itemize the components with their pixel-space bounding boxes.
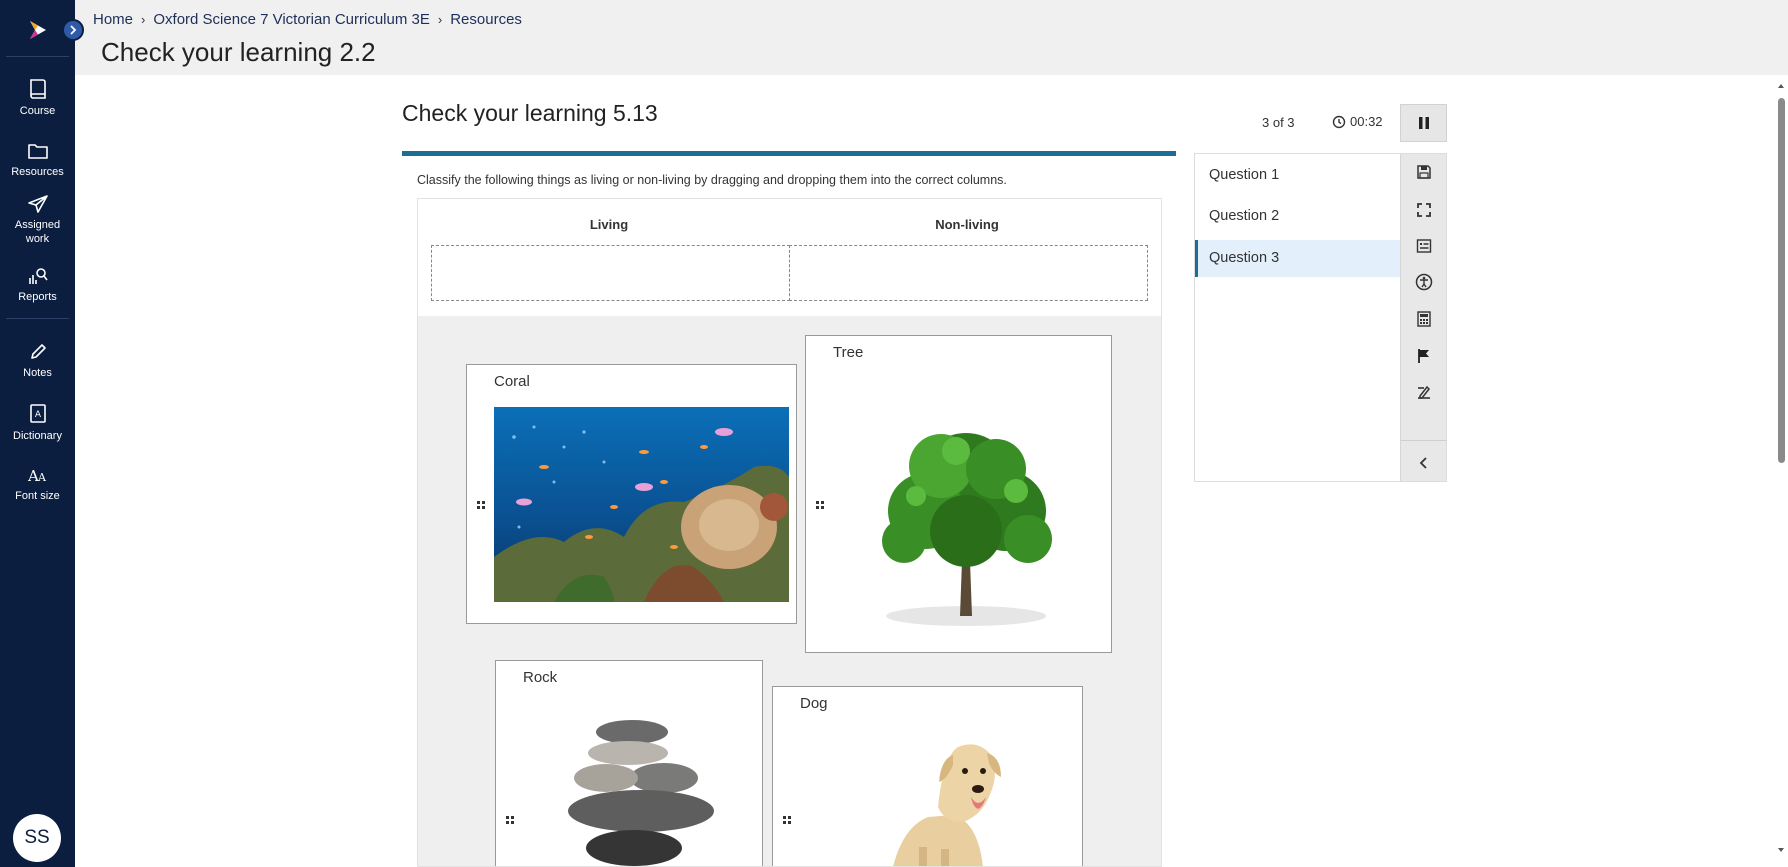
draggable-card-tree[interactable]: Tree — [805, 335, 1112, 653]
sidebar-item-font-size[interactable]: AA Font size — [0, 465, 75, 503]
book-icon — [29, 79, 46, 99]
sidebar-item-label: Assigned work — [14, 219, 61, 245]
breadcrumb-resources[interactable]: Resources — [450, 11, 522, 28]
question-instructions: Classify the following things as living … — [417, 173, 1007, 187]
app-logo[interactable] — [24, 17, 50, 43]
avatar[interactable]: SS — [13, 814, 61, 862]
review-list-button[interactable] — [1401, 231, 1447, 261]
flag-icon — [1418, 349, 1429, 363]
sidebar-item-course[interactable]: Course — [0, 78, 75, 118]
chevron-left-icon — [1419, 457, 1427, 469]
scroll-thumb[interactable] — [1778, 98, 1785, 463]
card-label: Tree — [833, 344, 864, 361]
scroll-down-icon[interactable] — [1777, 846, 1785, 854]
calculator-button[interactable] — [1401, 304, 1447, 334]
fullscreen-icon — [1417, 203, 1431, 217]
question-list: Question 1 Question 2 Question 3 — [1195, 154, 1400, 481]
sidebar-divider — [6, 56, 69, 57]
drag-handle-icon[interactable] — [506, 816, 514, 824]
page-title: Check your learning 2.2 — [101, 37, 376, 67]
paper-plane-icon — [27, 195, 48, 213]
drag-handle-icon[interactable] — [477, 501, 485, 509]
tree-image — [882, 433, 1052, 626]
drag-and-drop-area: Living Non-living Coral Tree Rock Dog — [417, 198, 1162, 867]
sidebar-item-label: Course — [19, 105, 56, 117]
save-icon — [1417, 165, 1431, 179]
sidebar-expand-button[interactable] — [62, 19, 84, 41]
sidebar-item-assigned-work[interactable]: Assigned work — [0, 194, 75, 246]
pause-icon — [1418, 117, 1429, 129]
clock-icon — [1332, 115, 1346, 128]
breadcrumb-course[interactable]: Oxford Science 7 Victorian Curriculum 3E — [153, 11, 430, 28]
sidebar-item-label: Dictionary — [13, 430, 62, 442]
card-label: Rock — [523, 669, 558, 686]
non-living-column-label: Non-living — [935, 217, 999, 232]
dog-image — [893, 744, 1001, 866]
svg-text:A: A — [37, 471, 47, 484]
draggable-card-coral[interactable]: Coral — [466, 364, 797, 624]
draggable-card-rock[interactable]: Rock — [495, 660, 763, 866]
chevron-right-icon — [70, 25, 77, 35]
font-size-icon: AA — [27, 467, 47, 485]
page-scrollbar[interactable] — [1774, 80, 1788, 867]
dictionary-icon: A — [29, 404, 46, 423]
question-item-2[interactable]: Question 2 — [1195, 198, 1400, 235]
drag-handle-icon[interactable] — [783, 816, 791, 824]
accessibility-button[interactable] — [1401, 267, 1447, 297]
sidebar-item-dictionary[interactable]: A Dictionary — [0, 403, 75, 443]
scroll-up-icon[interactable] — [1777, 82, 1785, 90]
coral-reef-image — [494, 407, 789, 602]
folder-icon — [27, 144, 48, 159]
flag-button[interactable] — [1401, 341, 1447, 371]
accessibility-icon — [1415, 273, 1433, 291]
sidebar-item-reports[interactable]: Reports — [0, 266, 75, 304]
calculator-icon — [1417, 311, 1431, 327]
chevron-right-icon: › — [437, 12, 443, 27]
sidebar-item-label: Reports — [18, 291, 57, 303]
non-living-drop-zone[interactable] — [789, 245, 1148, 301]
highlighter-icon — [1418, 385, 1430, 399]
toolbar-divider — [1401, 440, 1447, 441]
draggable-card-dog[interactable]: Dog — [772, 686, 1083, 866]
pencil-icon — [30, 344, 46, 359]
chevron-right-icon: › — [141, 12, 146, 27]
sidebar-item-notes[interactable]: Notes — [0, 342, 75, 380]
sidebar-divider — [6, 318, 69, 319]
sidebar-item-resources[interactable]: Resources — [0, 141, 75, 179]
timer: 00:32 — [1332, 114, 1383, 129]
question-item-1[interactable]: Question 1 — [1195, 157, 1400, 194]
sidebar-item-label: Resources — [11, 166, 64, 178]
reports-icon — [28, 268, 48, 284]
card-label: Coral — [494, 373, 530, 390]
drag-handle-icon[interactable] — [816, 501, 824, 509]
tools-toolbar — [1400, 154, 1447, 481]
sidebar-item-label: Font size — [15, 490, 60, 502]
breadcrumb-home[interactable]: Home — [93, 11, 133, 28]
assessment-title: Check your learning 5.13 — [402, 100, 658, 126]
breadcrumb: Home › Oxford Science 7 Victorian Curric… — [93, 11, 522, 28]
pause-button[interactable] — [1400, 104, 1447, 142]
timer-value: 00:32 — [1350, 114, 1383, 129]
drop-columns-header: Living Non-living — [418, 199, 1161, 316]
collapse-panel-button[interactable] — [1401, 448, 1447, 478]
sidebar: Course Resources Assigned work Reports N… — [0, 0, 75, 867]
card-label: Dog — [800, 695, 828, 712]
save-button[interactable] — [1401, 157, 1447, 187]
fullscreen-button[interactable] — [1401, 195, 1447, 225]
highlighter-button[interactable] — [1401, 377, 1447, 407]
question-item-3[interactable]: Question 3 — [1195, 240, 1400, 277]
rock-stack-image — [568, 720, 714, 866]
living-drop-zone[interactable] — [431, 245, 790, 301]
list-review-icon — [1416, 239, 1432, 253]
assessment-title-underline — [402, 151, 1176, 156]
question-navigator: Question 1 Question 2 Question 3 — [1194, 153, 1447, 482]
sidebar-item-label: Notes — [23, 367, 52, 379]
living-column-label: Living — [589, 217, 629, 232]
svg-text:A: A — [34, 410, 41, 420]
question-counter: 3 of 3 — [1262, 115, 1295, 130]
